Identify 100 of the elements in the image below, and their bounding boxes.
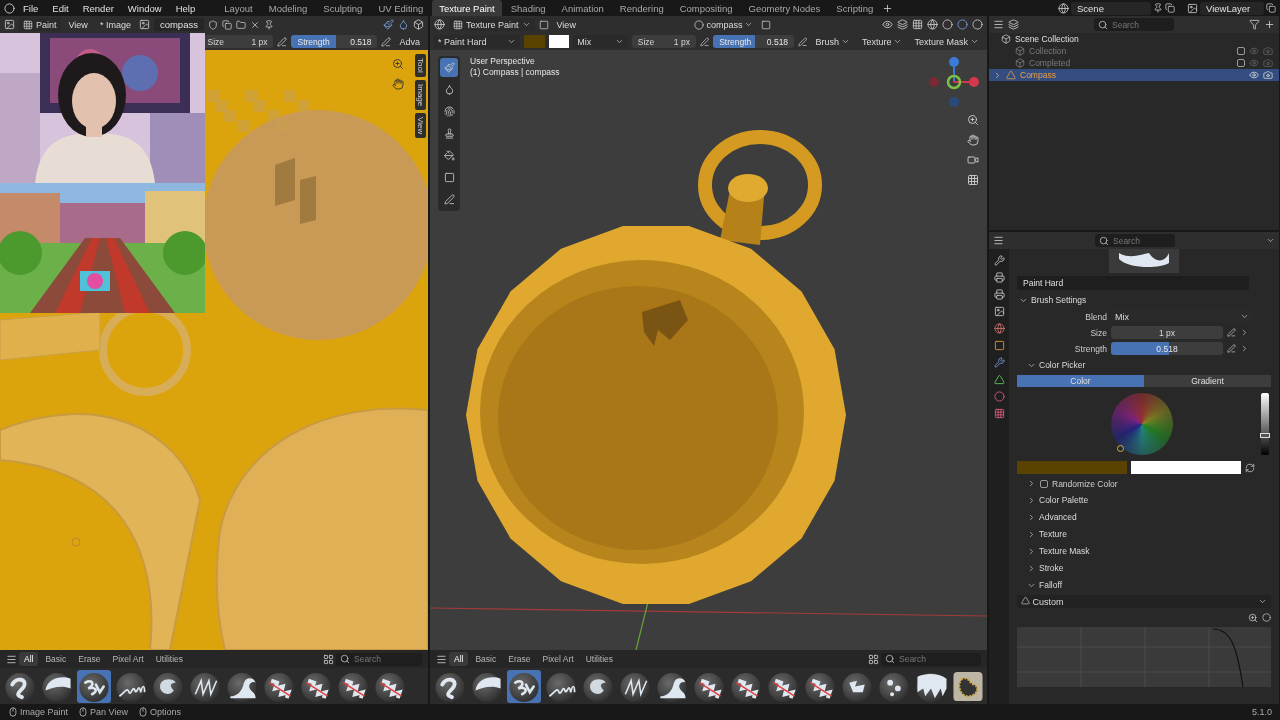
pressure-icon[interactable]	[277, 36, 288, 47]
panel-header[interactable]: Color Picker	[1017, 358, 1271, 372]
shelf-tab[interactable]: Utilities	[580, 652, 619, 666]
pressure-icon[interactable]	[798, 36, 808, 47]
shelf-tab[interactable]: Pixel Art	[537, 652, 579, 666]
modifier-tab-icon[interactable]	[993, 357, 1005, 368]
tree-item[interactable]: Compass	[1020, 70, 1245, 80]
zoom-icon[interactable]	[967, 114, 979, 126]
menu-item[interactable]: Help	[169, 0, 202, 16]
strength-slider[interactable]: Strength 0.518	[713, 35, 795, 48]
tool-tab-icon[interactable]	[993, 255, 1005, 266]
display-mode-icon[interactable]	[868, 653, 879, 665]
editor-type-icon[interactable]	[4, 19, 15, 30]
menu-dropdown[interactable]: Brush	[811, 34, 854, 49]
pin-icon[interactable]	[1153, 3, 1163, 13]
panel-header[interactable]: Stroke	[1017, 561, 1271, 575]
workspace-tab[interactable]: Modeling	[261, 0, 315, 16]
menu-item[interactable]: Render	[76, 0, 120, 16]
hand-icon[interactable]	[392, 78, 404, 90]
search-field[interactable]: Search	[1095, 234, 1175, 247]
material-dropdown[interactable]: compass	[690, 17, 758, 32]
slider-thumb[interactable]	[1260, 433, 1270, 439]
new-collection-icon[interactable]	[1264, 19, 1275, 30]
panel-header[interactable]: Color Palette	[1017, 493, 1271, 507]
tree-item[interactable]: Scene Collection	[1015, 34, 1273, 44]
data-tab-icon[interactable]	[993, 374, 1005, 385]
search-field[interactable]: Search	[336, 652, 422, 666]
menu-icon[interactable]	[6, 653, 17, 665]
view-layer-icon[interactable]	[1187, 2, 1198, 14]
tree-item[interactable]: Collection	[1029, 46, 1233, 56]
image-name-field[interactable]: compass	[153, 18, 204, 31]
sidebar-tab[interactable]: Tool	[415, 54, 426, 77]
rendered-shading-icon[interactable]	[972, 19, 983, 30]
menu-icon[interactable]	[436, 653, 447, 665]
render-tab-icon[interactable]	[993, 272, 1005, 283]
pressure-icon[interactable]	[381, 36, 392, 47]
chevron-down-icon[interactable]	[1266, 236, 1275, 245]
brush-name-field[interactable]: Paint Hard	[1017, 276, 1249, 290]
pressure-icon[interactable]	[1227, 328, 1236, 337]
material-shading-icon[interactable]	[957, 19, 968, 30]
menu-item[interactable]: Edit	[46, 0, 75, 16]
strength-slider[interactable]: Strength 0.518	[291, 35, 378, 48]
drop-icon[interactable]	[398, 19, 409, 30]
pressure-icon[interactable]	[699, 36, 710, 47]
visibility-icon[interactable]	[882, 19, 893, 30]
scene-tab-icon[interactable]	[993, 323, 1005, 334]
editor-type-icon[interactable]	[993, 19, 1004, 30]
shelf-tab[interactable]: Pixel Art	[107, 652, 149, 666]
copy-icon[interactable]	[1165, 3, 1175, 13]
blend-dropdown[interactable]: Mix	[573, 35, 628, 48]
panel-header[interactable]: Falloff	[1017, 578, 1271, 592]
workspace-tab[interactable]: Compositing	[672, 0, 740, 16]
workspace-tab[interactable]: Sculpting	[316, 0, 370, 16]
solid-shading-icon[interactable]	[942, 19, 953, 30]
display-mode-icon[interactable]	[323, 653, 334, 665]
menu-item[interactable]: Window	[121, 0, 168, 16]
grid-icon[interactable]	[967, 174, 979, 186]
brush-thumbnail[interactable]	[951, 669, 985, 703]
selected-row[interactable]: Compass	[989, 69, 1279, 81]
tab[interactable]: Color	[1017, 375, 1144, 387]
texture-tab-icon[interactable]	[993, 408, 1005, 419]
panel-header[interactable]: Advanced	[1017, 510, 1271, 524]
workspace-tab[interactable]: Geometry Nodes	[741, 0, 828, 16]
value-slider[interactable]	[1261, 393, 1269, 455]
scene-icon[interactable]	[1058, 2, 1069, 14]
hand-icon[interactable]	[967, 134, 979, 146]
toggle-icon[interactable]	[538, 19, 549, 30]
color-swatch[interactable]	[548, 35, 570, 48]
menu-button[interactable]: * Image	[95, 17, 135, 32]
camera-icon[interactable]	[967, 154, 979, 166]
filter-icon[interactable]	[1249, 19, 1260, 30]
view-layer-tab-icon[interactable]	[993, 306, 1005, 317]
workspace-tab[interactable]: Texture Paint	[432, 0, 502, 16]
exclude-checkbox[interactable]	[1237, 59, 1245, 67]
shelf-tab[interactable]: Basic	[40, 652, 72, 666]
mode-dropdown[interactable]: Texture Paint	[449, 18, 535, 31]
shelf-tab[interactable]: Utilities	[150, 652, 189, 666]
scene-field[interactable]: Scene	[1071, 1, 1151, 15]
workspace-tab[interactable]: Rendering	[612, 0, 671, 16]
shelf-tab[interactable]: Erase	[503, 652, 536, 666]
output-tab-icon[interactable]	[993, 289, 1005, 300]
menu-dropdown[interactable]: Texture	[857, 34, 907, 49]
shelf-tab[interactable]: Erase	[73, 652, 106, 666]
folder-icon[interactable]	[235, 19, 246, 30]
color-swatch[interactable]	[1131, 461, 1241, 474]
object-tab-icon[interactable]	[993, 340, 1005, 351]
workspace-tab[interactable]: UV Editing	[371, 0, 431, 16]
falloff-dropdown[interactable]: Custom	[1017, 595, 1271, 608]
menu-button[interactable]: Adva	[395, 34, 424, 49]
pressure-icon[interactable]	[1227, 344, 1236, 353]
search-field[interactable]: Search	[1094, 18, 1174, 31]
material-tab-icon[interactable]	[993, 391, 1005, 402]
brush-thumbnail[interactable]	[507, 669, 541, 703]
panel-header[interactable]: Texture Mask	[1017, 544, 1271, 558]
exclude-checkbox[interactable]	[1237, 47, 1245, 55]
xray-icon[interactable]	[912, 19, 923, 30]
size-field[interactable]: 1 px	[1111, 326, 1223, 339]
editor-type-icon[interactable]	[434, 19, 445, 30]
swap-icon[interactable]	[1245, 462, 1255, 473]
tree-item[interactable]: Completed	[1029, 58, 1233, 68]
